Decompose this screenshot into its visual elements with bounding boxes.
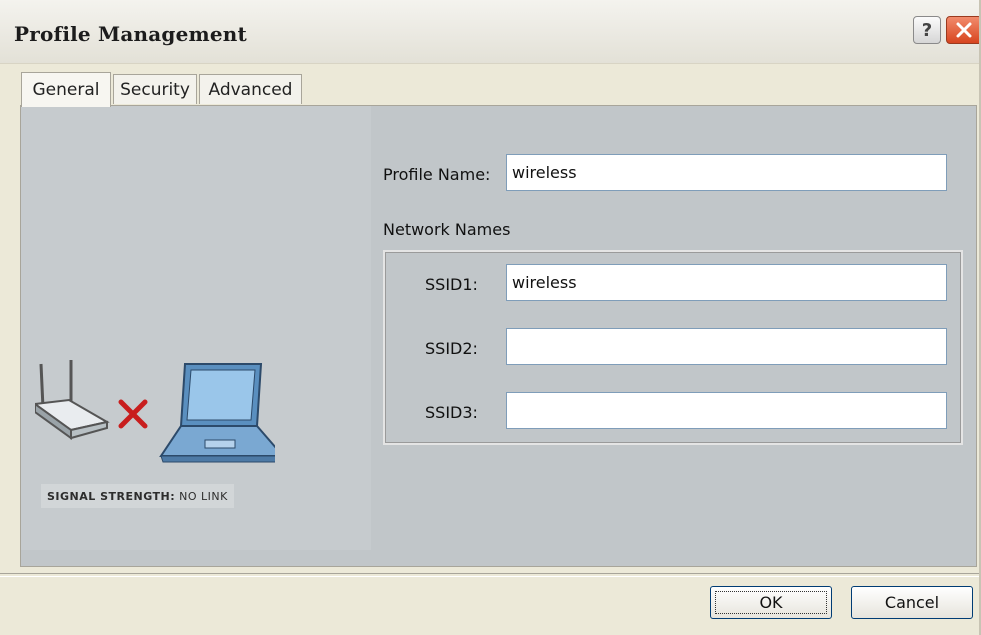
- signal-strength-label: SIGNAL STRENGTH:: [47, 489, 176, 503]
- window-title: Profile Management: [14, 22, 247, 46]
- help-icon: ?: [921, 19, 933, 41]
- help-button[interactable]: ?: [913, 16, 941, 44]
- general-tab-panel: SIGNAL STRENGTH: NO LINK Profile Name: N…: [20, 105, 977, 567]
- close-icon: [956, 22, 972, 38]
- tab-general[interactable]: General: [21, 72, 111, 107]
- tab-advanced[interactable]: Advanced: [199, 74, 302, 104]
- ssid3-label: SSID3:: [425, 403, 478, 422]
- signal-strength-indicator: SIGNAL STRENGTH: NO LINK: [41, 484, 234, 508]
- no-link-x-icon: [118, 399, 148, 429]
- focus-ring: [715, 591, 827, 614]
- signal-strength-value: NO LINK: [179, 489, 228, 503]
- profile-name-input[interactable]: [506, 154, 947, 191]
- tab-general-label: General: [32, 80, 100, 100]
- laptop-icon: [159, 363, 275, 463]
- button-bar-divider: [0, 573, 979, 577]
- cancel-button-label: Cancel: [884, 593, 940, 612]
- ssid1-input[interactable]: [506, 264, 947, 301]
- connection-illustration: [35, 360, 275, 463]
- profile-management-dialog: Profile Management ? General Security Ad…: [0, 0, 981, 635]
- ssid1-label: SSID1:: [425, 275, 478, 294]
- connection-status-area: SIGNAL STRENGTH: NO LINK: [21, 106, 371, 550]
- title-bar[interactable]: Profile Management ?: [0, 0, 979, 64]
- tab-security[interactable]: Security: [113, 74, 197, 104]
- ssid2-input[interactable]: [506, 328, 947, 365]
- access-point-icon: [35, 360, 110, 440]
- cancel-button[interactable]: Cancel: [851, 586, 973, 619]
- tab-advanced-label: Advanced: [208, 79, 293, 100]
- ssid2-label: SSID2:: [425, 339, 478, 358]
- ok-button[interactable]: OK: [710, 586, 832, 619]
- ssid3-input[interactable]: [506, 392, 947, 429]
- profile-name-label: Profile Name:: [383, 165, 491, 184]
- tab-security-label: Security: [120, 79, 190, 100]
- close-button[interactable]: [946, 16, 979, 44]
- network-names-label: Network Names: [383, 220, 511, 239]
